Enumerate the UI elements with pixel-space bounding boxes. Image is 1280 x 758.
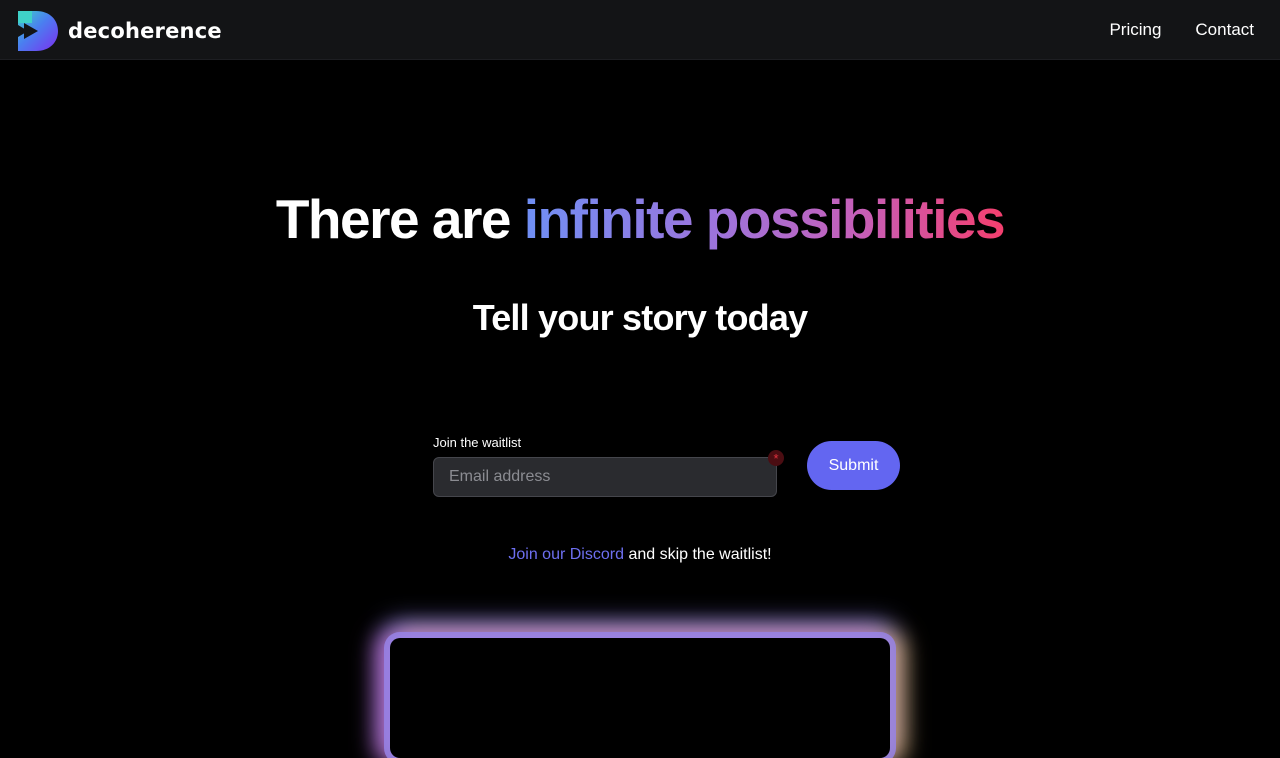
nav-contact-link[interactable]: Contact xyxy=(1195,20,1254,40)
submit-button[interactable]: Submit xyxy=(807,441,900,490)
hero-subtitle: Tell your story today xyxy=(472,297,808,338)
required-indicator: * xyxy=(768,450,784,466)
top-navbar: decoherence Pricing Contact xyxy=(0,0,1280,60)
discord-suffix-text: and skip the waitlist! xyxy=(628,546,772,563)
email-input[interactable] xyxy=(433,457,777,497)
hero-title: There are infinite possibilities xyxy=(0,186,1280,252)
brand-name: decoherence xyxy=(68,19,222,43)
video-preview-frame xyxy=(390,638,890,758)
discord-link[interactable]: Join our Discord xyxy=(508,546,624,563)
main-nav: Pricing Contact xyxy=(1075,0,1254,60)
home-logo-link[interactable]: decoherence xyxy=(16,9,222,53)
hero-title-gradient: infinite possibilities xyxy=(523,188,1006,250)
decoherence-logo-icon xyxy=(18,11,58,51)
discord-callout: Join our Discord and skip the waitlist! xyxy=(0,545,1280,565)
nav-pricing-link[interactable]: Pricing xyxy=(1109,20,1161,40)
waitlist-label: Join the waitlist xyxy=(433,435,522,450)
hero-title-plain: There are xyxy=(275,188,512,250)
